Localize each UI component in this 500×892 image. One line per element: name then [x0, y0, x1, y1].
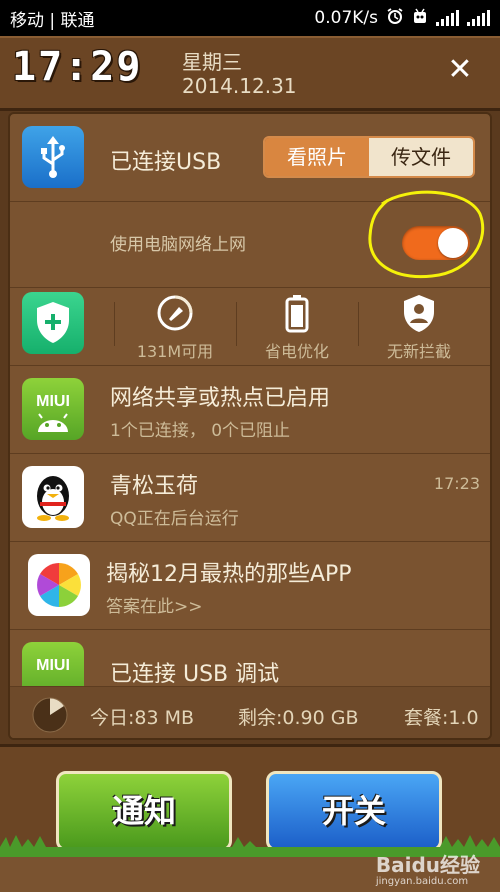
- miui-badge: MIUI: [36, 657, 70, 674]
- status-bar: 移动 | 联通 0.07K/s: [0, 0, 500, 36]
- transfer-files-button[interactable]: 传文件: [369, 138, 473, 176]
- tool-label: 省电优化: [264, 342, 329, 361]
- miui-badge: MIUI: [36, 393, 70, 410]
- divider: [114, 302, 115, 346]
- bottom-bar: 通知 开关 Baidu经验 jingyan.baidu.com: [0, 744, 500, 892]
- tool-label: 131M可用: [136, 342, 214, 361]
- signal-icon-2: [467, 10, 490, 26]
- data-usage-bar[interactable]: 今日:83 MB 剩余:0.90 GB 套餐:1.0: [10, 686, 490, 738]
- network-speed: 0.07K/s: [314, 8, 378, 28]
- watermark-url: jingyan.baidu.com: [375, 876, 469, 887]
- miui-android-icon: MIUI: [22, 378, 84, 440]
- notification-title: 已连接 USB 调试: [110, 662, 280, 687]
- watermark-title: Baidu经验: [375, 853, 480, 877]
- annotation-circle: [368, 190, 485, 279]
- security-shield-icon[interactable]: [22, 292, 84, 354]
- usb-icon: [22, 126, 84, 188]
- signal-icon-1: [436, 10, 459, 26]
- baidu-watermark: Baidu经验 jingyan.baidu.com: [376, 849, 480, 887]
- qq-penguin-icon: [22, 466, 84, 528]
- plan-data: 套餐:1.0: [404, 707, 479, 729]
- robot-icon: [412, 7, 428, 30]
- pc-network-label: 使用电脑网络上网: [110, 235, 246, 255]
- usb-mode-segment: 看照片 传文件: [263, 136, 475, 178]
- divider: [236, 302, 237, 346]
- notification-title: 揭秘12月最热的那些APP: [106, 562, 352, 587]
- list-item[interactable]: 青松玉荷 QQ正在后台运行 17:23: [10, 454, 490, 542]
- clock: 17:29: [12, 44, 143, 90]
- tool-label: 无新拦截: [386, 342, 451, 361]
- battery-icon: [242, 292, 352, 334]
- power-saving-tool[interactable]: 省电优化: [242, 292, 352, 362]
- list-item[interactable]: 揭秘12月最热的那些APP 答案在此>>: [10, 542, 490, 630]
- notification-title: 网络共享或热点已启用: [110, 386, 331, 411]
- notification-subtitle: 答案在此>>: [106, 597, 203, 617]
- notification-title: 青松玉荷: [110, 474, 199, 499]
- date: 2014.12.31: [182, 74, 297, 98]
- alarm-icon: [386, 7, 404, 30]
- list-item[interactable]: MIUI 网络共享或热点已启用 1个已连接， 0个已阻止: [10, 366, 490, 454]
- broom-icon: [120, 292, 230, 334]
- app-store-icon: [28, 554, 90, 616]
- memory-clean-tool[interactable]: 131M可用: [120, 292, 230, 362]
- view-photos-button[interactable]: 看照片: [265, 138, 369, 176]
- shield-person-icon: [364, 292, 474, 334]
- data-usage-pie-icon: [32, 697, 68, 733]
- carrier-label: 移动 | 联通: [10, 10, 95, 31]
- interception-tool[interactable]: 无新拦截: [364, 292, 474, 362]
- tools-row: 131M可用 省电优化 无新拦截: [10, 288, 490, 366]
- divider: [358, 302, 359, 346]
- close-icon[interactable]: ✕: [446, 55, 474, 85]
- header: 17:29 星期三 2014.12.31 ✕: [0, 36, 500, 111]
- remaining-data: 剩余:0.90 GB: [238, 707, 359, 729]
- usb-title: 已连接USB: [110, 150, 222, 175]
- weekday: 星期三: [182, 50, 242, 74]
- notification-subtitle: 1个已连接， 0个已阻止: [110, 421, 291, 441]
- today-usage: 今日:83 MB: [90, 707, 195, 729]
- notification-time: 17:23: [433, 474, 480, 493]
- notification-subtitle: QQ正在后台运行: [110, 509, 239, 529]
